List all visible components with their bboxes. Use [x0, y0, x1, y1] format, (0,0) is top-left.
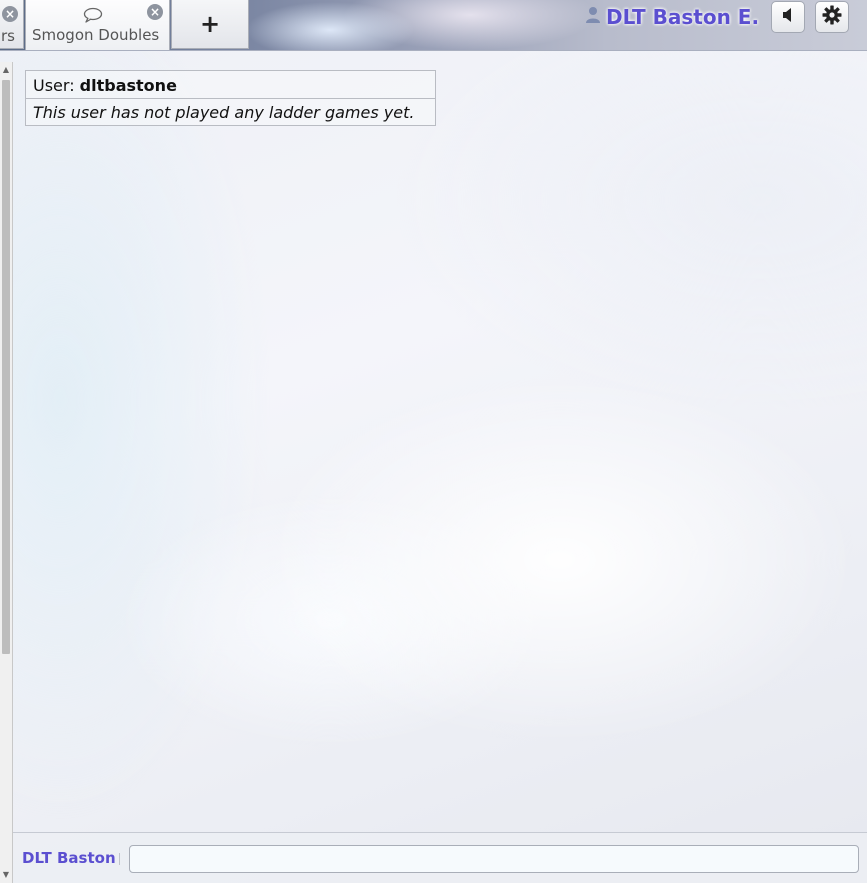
user-label: User: [33, 76, 75, 95]
user-info-box: User: dltbastone This user has not playe… [25, 70, 436, 126]
scroll-down-arrow-icon[interactable]: ▼ [0, 869, 12, 881]
speaker-icon [781, 7, 795, 27]
tab-label: rs [1, 27, 15, 45]
chat-username[interactable]: DLT Baston [22, 849, 116, 867]
username-text: DLT Baston E. [606, 5, 760, 29]
tab-partial[interactable]: × rs [0, 0, 24, 49]
plus-icon: + [199, 10, 221, 38]
chat-bar: DLT Baston [13, 832, 867, 883]
scroll-thumb[interactable] [2, 80, 10, 654]
user-icon [585, 5, 601, 29]
sound-button[interactable] [771, 1, 805, 33]
close-icon[interactable]: × [147, 4, 163, 20]
tab-smogon-doubles[interactable]: × Smogon Doubles [25, 0, 170, 50]
vertical-scrollbar[interactable]: ▲ ▼ [0, 62, 13, 883]
gear-icon [822, 5, 842, 29]
chat-bubble-icon [83, 7, 103, 27]
user-name[interactable]: dltbastone [80, 76, 177, 95]
chat-input[interactable] [129, 845, 859, 873]
chat-separator [119, 853, 120, 865]
top-header: × rs × Smogon Doubles + DLT Baston E. [0, 0, 867, 51]
header-username[interactable]: DLT Baston E. [585, 5, 759, 29]
tab-label: Smogon Doubles [32, 26, 160, 44]
close-icon[interactable]: × [2, 6, 18, 22]
new-tab-button[interactable]: + [171, 0, 249, 49]
ladder-note: This user has not played any ladder game… [33, 103, 415, 122]
settings-button[interactable] [815, 1, 849, 33]
user-row: User: dltbastone [26, 71, 435, 99]
scroll-up-arrow-icon[interactable]: ▲ [0, 64, 12, 76]
